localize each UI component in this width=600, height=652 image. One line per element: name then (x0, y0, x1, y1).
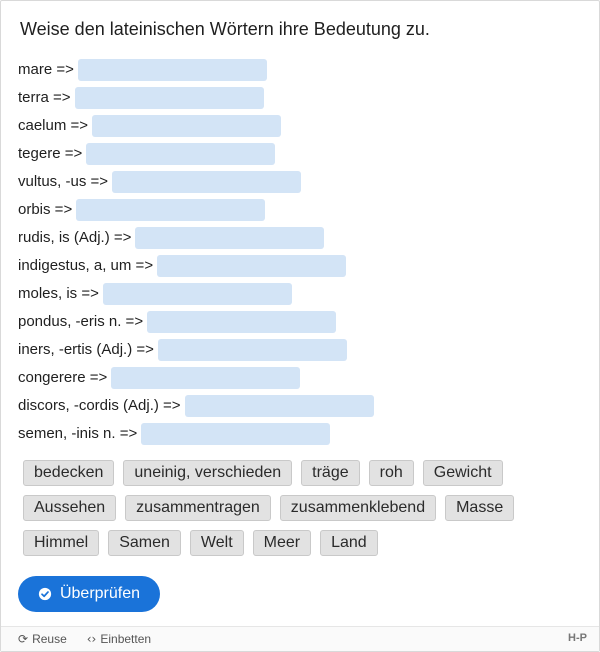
drop-zone[interactable] (111, 367, 301, 389)
drop-row: mare => (18, 56, 374, 84)
h5p-logo[interactable]: H-P (568, 632, 587, 644)
drop-rows: mare => terra => caelum => tegere => vultus,… (18, 56, 374, 448)
draggable-chip[interactable]: Land (320, 530, 378, 556)
code-icon: ‹› (86, 632, 97, 646)
reuse-label: Reuse (32, 632, 67, 646)
draggable-chip[interactable]: träge (301, 460, 360, 486)
h5p-content: Weise den lateinischen Wörtern ihre Bede… (0, 0, 600, 652)
embed-label: Einbetten (100, 632, 152, 646)
draggable-chip[interactable]: Welt (189, 530, 244, 556)
latin-word-label: indigestus, a, um => (18, 257, 154, 274)
draggable-chip[interactable]: zusammenklebend (279, 495, 437, 521)
draggable-chip[interactable]: Gewicht (422, 460, 503, 486)
latin-word-label: pondus, -eris n. => (18, 313, 144, 330)
drop-zone[interactable] (157, 255, 347, 277)
drop-zone[interactable] (141, 423, 331, 445)
latin-word-label: iners, -ertis (Adj.) => (18, 341, 154, 358)
latin-word-label: orbis => (18, 201, 73, 218)
latin-word-label: discors, -cordis (Adj.) => (18, 397, 181, 414)
drop-row: caelum => (18, 112, 374, 140)
latin-word-label: vultus, -us => (18, 173, 109, 190)
drop-zone[interactable] (86, 143, 276, 165)
footer-bar: ⟳ Reuse ‹› Einbetten H-P (1, 626, 599, 651)
drop-row: iners, -ertis (Adj.) => (18, 336, 374, 364)
drop-row: orbis => (18, 196, 374, 224)
latin-word-label: tegere => (18, 145, 83, 162)
latin-word-label: caelum => (18, 117, 89, 134)
drop-zone[interactable] (184, 395, 374, 417)
draggable-chip[interactable]: Meer (252, 530, 312, 556)
drop-zone[interactable] (147, 311, 337, 333)
latin-word-label: semen, -inis n. => (18, 425, 138, 442)
draggable-chip[interactable]: roh (368, 460, 414, 486)
latin-word-label: mare => (18, 61, 74, 78)
drop-row: vultus, -us => (18, 168, 374, 196)
draggable-chip[interactable]: Aussehen (23, 495, 117, 521)
draggable-pool: bedecken uneinig, verschieden träge roh Gewi… (23, 460, 583, 565)
drop-row: tegere => (18, 140, 374, 168)
drop-row: discors, -cordis (Adj.) => (18, 392, 374, 420)
drop-row: congerere => (18, 364, 374, 392)
chip-row: Aussehen zusammentragen zusammenklebend Mas… (23, 495, 583, 521)
draggable-chip[interactable]: uneinig, verschieden (123, 460, 293, 486)
chip-row: bedecken uneinig, verschieden träge roh Gewi… (23, 460, 583, 486)
drop-zone[interactable] (74, 87, 264, 109)
drop-row: semen, -inis n. => (18, 420, 374, 448)
drop-row: rudis, is (Adj.) => (18, 224, 374, 252)
drop-zone[interactable] (77, 59, 267, 81)
drop-row: pondus, -eris n. => (18, 308, 374, 336)
latin-word-label: terra => (18, 89, 71, 106)
check-circle-icon (38, 587, 52, 601)
drop-zone[interactable] (102, 283, 292, 305)
latin-word-label: moles, is => (18, 285, 99, 302)
drop-row: moles, is => (18, 280, 374, 308)
chip-row: Himmel Samen Welt Meer Land (23, 530, 583, 556)
drop-zone[interactable] (135, 227, 325, 249)
draggable-chip[interactable]: Masse (445, 495, 515, 521)
reuse-icon: ⟳ (18, 632, 29, 646)
drop-zone[interactable] (92, 115, 282, 137)
draggable-chip[interactable]: Samen (108, 530, 181, 556)
draggable-chip[interactable]: Himmel (23, 530, 100, 556)
task-title: Weise den lateinischen Wörtern ihre Bede… (20, 19, 430, 39)
draggable-chip[interactable]: zusammentragen (125, 495, 271, 521)
reuse-link[interactable]: ⟳ Reuse (18, 632, 67, 646)
embed-link[interactable]: ‹› Einbetten (87, 632, 151, 646)
drop-row: indigestus, a, um => (18, 252, 374, 280)
latin-word-label: rudis, is (Adj.) => (18, 229, 132, 246)
latin-word-label: congerere => (18, 369, 108, 386)
drop-row: terra => (18, 84, 374, 112)
draggable-chip[interactable]: bedecken (23, 460, 115, 486)
drop-zone[interactable] (157, 339, 347, 361)
drop-zone[interactable] (112, 171, 302, 193)
check-button-label: Überprüfen (59, 585, 141, 602)
drop-zone[interactable] (76, 199, 266, 221)
check-button[interactable]: Überprüfen (18, 576, 160, 612)
